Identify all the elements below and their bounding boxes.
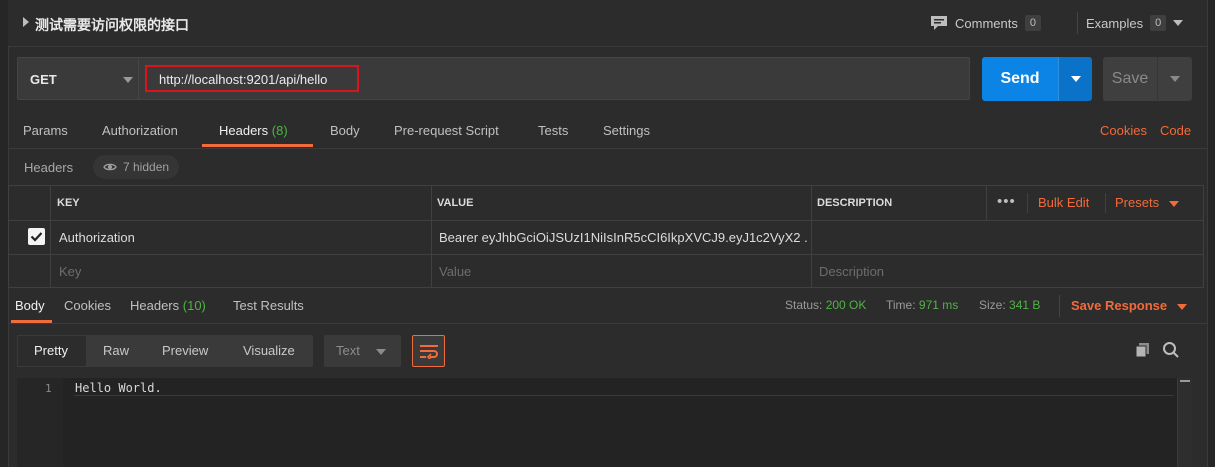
- status-value: 200 OK: [825, 298, 867, 312]
- chevron-down-icon: [1168, 200, 1179, 207]
- response-tab-headers[interactable]: Headers (10): [130, 298, 206, 313]
- format-visualize[interactable]: Visualize: [243, 343, 295, 358]
- comments-count-badge: 0: [1024, 15, 1041, 31]
- time-readout: Time: 971 ms: [886, 298, 959, 312]
- request-tabs: Params Authorization Headers (8) Body Pr…: [8, 113, 1207, 149]
- tab-pre-request-script[interactable]: Pre-request Script: [394, 123, 499, 138]
- send-button[interactable]: Send: [982, 57, 1058, 101]
- current-line-highlight: [74, 395, 1174, 396]
- size-value: 341 B: [1009, 298, 1041, 312]
- table-row-empty: Key Value Description: [9, 254, 1203, 288]
- chevron-down-icon: [1173, 20, 1184, 26]
- wrap-lines-icon: [419, 345, 438, 359]
- format-raw[interactable]: Raw: [103, 343, 129, 358]
- tab-headers[interactable]: Headers (8): [219, 123, 288, 138]
- headers-subheader: Headers 7 hidden: [8, 149, 1207, 185]
- line-number-gutter: 1: [17, 378, 63, 467]
- chevron-down-icon: [1170, 76, 1180, 82]
- examples-label: Examples: [1086, 15, 1144, 31]
- response-tabs: Body Cookies Headers (10) Test Results S…: [8, 289, 1207, 324]
- tab-tests[interactable]: Tests: [538, 123, 568, 138]
- save-button[interactable]: Save: [1103, 57, 1157, 101]
- response-tab-test-results[interactable]: Test Results: [233, 298, 304, 313]
- hidden-headers-label: 7 hidden: [123, 160, 170, 174]
- editor-scrollbar[interactable]: [1177, 378, 1192, 467]
- chevron-down-icon: [1176, 303, 1187, 310]
- header-key-cell[interactable]: Authorization: [59, 230, 419, 245]
- presets-dropdown[interactable]: Presets: [1115, 195, 1179, 210]
- hidden-headers-toggle[interactable]: 7 hidden: [93, 155, 180, 179]
- copy-icon[interactable]: [1135, 342, 1151, 358]
- examples-dropdown[interactable]: Examples 0: [1086, 13, 1184, 33]
- bulk-edit-link[interactable]: Bulk Edit: [1038, 195, 1089, 210]
- language-select[interactable]: Text: [324, 335, 401, 367]
- eye-icon: [103, 163, 117, 171]
- chevron-down-icon: [1070, 76, 1081, 82]
- request-title[interactable]: 测试需要访问权限的接口: [35, 15, 189, 35]
- time-value: 971 ms: [918, 298, 959, 312]
- url-highlight-box: http://localhost:9201/api/hello: [145, 65, 359, 92]
- url-bar: GET http://localhost:9201/api/hello: [17, 57, 970, 100]
- more-options-icon[interactable]: •••: [997, 193, 1016, 210]
- status-readout: Status: 200 OK: [785, 298, 867, 312]
- code-link[interactable]: Code: [1160, 123, 1191, 138]
- url-input[interactable]: http://localhost:9201/api/hello: [159, 72, 327, 87]
- language-label: Text: [336, 343, 360, 358]
- tab-authorization[interactable]: Authorization: [102, 123, 178, 138]
- column-header-value: VALUE: [437, 197, 474, 209]
- method-divider: [138, 58, 139, 99]
- new-description-input[interactable]: Description: [819, 264, 884, 279]
- title-divider: [1077, 12, 1078, 34]
- response-tab-body[interactable]: Body: [15, 298, 45, 313]
- response-headers-count: (10): [182, 298, 206, 313]
- scrollbar-thumb[interactable]: [1180, 380, 1190, 394]
- table-header-row: KEY VALUE DESCRIPTION ••• Bulk Edit Pres…: [9, 186, 1203, 221]
- comments-label: Comments: [955, 15, 1018, 31]
- comment-icon: [931, 16, 947, 30]
- cookies-link[interactable]: Cookies: [1100, 123, 1147, 138]
- new-key-input[interactable]: Key: [59, 264, 81, 279]
- tab-params[interactable]: Params: [23, 123, 68, 138]
- table-row: Authorization Bearer eyJhbGciOiJSUzI1NiI…: [9, 220, 1203, 255]
- wrap-lines-button[interactable]: [412, 335, 445, 367]
- response-tab-cookies[interactable]: Cookies: [64, 298, 111, 313]
- active-response-tab-indicator: [11, 320, 52, 323]
- checkmark-icon: [30, 232, 43, 242]
- line-number: 1: [45, 382, 52, 395]
- comments-button[interactable]: Comments 0: [930, 13, 1041, 33]
- size-readout: Size: 341 B: [979, 298, 1041, 312]
- right-sidebar-edge: [1207, 0, 1215, 467]
- header-value-cell[interactable]: Bearer eyJhbGciOiJSUzI1NiIsInR5cCI6IkpXV…: [439, 230, 807, 245]
- new-value-input[interactable]: Value: [439, 264, 471, 279]
- format-tabs: Pretty Raw Preview Visualize: [17, 335, 313, 367]
- method-select[interactable]: GET: [30, 72, 57, 87]
- code-line: Hello World.: [75, 381, 162, 395]
- tab-settings[interactable]: Settings: [603, 123, 650, 138]
- request-title-bar: 测试需要访问权限的接口 Comments 0 Examples 0: [8, 0, 1207, 47]
- save-response-dropdown[interactable]: Save Response: [1071, 298, 1187, 313]
- header-enabled-checkbox[interactable]: [28, 228, 45, 245]
- send-options-button[interactable]: [1058, 57, 1092, 101]
- format-pretty[interactable]: Pretty: [34, 343, 68, 358]
- headers-count: (8): [271, 123, 288, 138]
- headers-section-label: Headers: [24, 160, 74, 175]
- column-header-key: KEY: [57, 197, 80, 209]
- format-preview[interactable]: Preview: [162, 343, 208, 358]
- chevron-down-icon[interactable]: [123, 77, 133, 83]
- chevron-down-icon: [376, 349, 386, 355]
- response-body-editor[interactable]: 1 Hello World.: [17, 378, 1192, 467]
- expand-caret-icon[interactable]: [23, 17, 29, 27]
- save-options-button[interactable]: [1157, 57, 1192, 101]
- tab-body[interactable]: Body: [330, 123, 360, 138]
- column-header-description: DESCRIPTION: [817, 197, 893, 209]
- examples-count-badge: 0: [1150, 15, 1167, 31]
- headers-table: KEY VALUE DESCRIPTION ••• Bulk Edit Pres…: [8, 185, 1204, 288]
- search-icon[interactable]: [1162, 341, 1180, 359]
- active-tab-indicator: [202, 144, 313, 147]
